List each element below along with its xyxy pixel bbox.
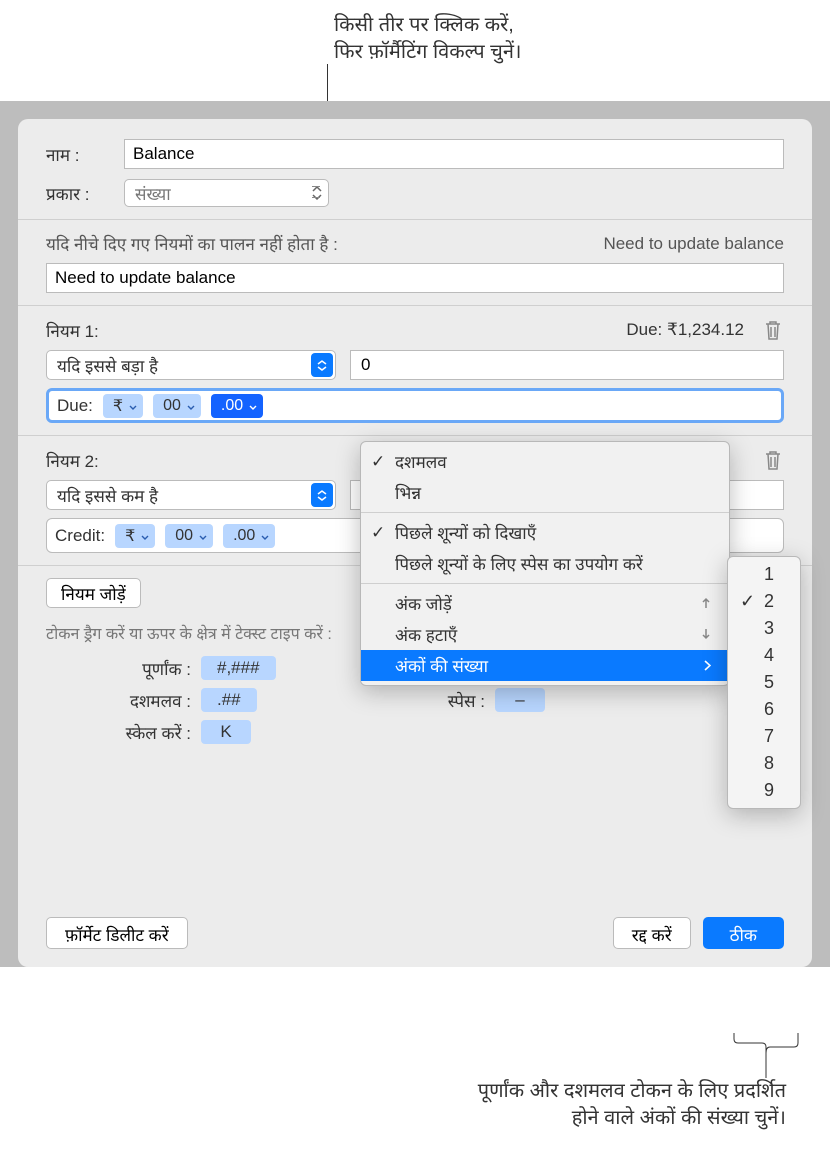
rule1-label: नियम 1: <box>46 319 99 342</box>
space-grid-token[interactable]: – <box>495 688 545 712</box>
callout-top-line2: फिर फ़ॉर्मैटिंग विकल्प चुनें। <box>334 37 522 64</box>
chevron-down-icon <box>249 397 257 415</box>
name-input[interactable] <box>124 139 784 169</box>
no-rule-label: यदि नीचे दिए गए नियमों का पालन नहीं होता… <box>46 232 338 255</box>
rule1-preview: Due: ₹1,234.12 <box>626 320 744 340</box>
integer-grid-token[interactable]: #,### <box>201 656 276 680</box>
type-select-value: संख्या <box>135 182 171 205</box>
rule1-token-row[interactable]: Due: ₹ 00 .00 <box>46 388 784 423</box>
stepper-icon <box>311 483 333 507</box>
cancel-button[interactable]: रद्द करें <box>613 917 691 949</box>
submenu-item-5[interactable]: 5 <box>728 669 800 696</box>
bracket-icon <box>733 1032 799 1080</box>
name-label: नाम : <box>46 143 124 166</box>
rule2-condition-value: यदि इससे कम है <box>57 484 158 507</box>
menu-item-decimal[interactable]: दशमलव <box>361 446 729 477</box>
arrow-down-icon <box>701 625 711 645</box>
trash-icon[interactable] <box>762 448 784 472</box>
callout-top-line1: किसी तीर पर क्लिक करें, <box>334 10 522 37</box>
delete-format-button[interactable]: फ़ॉर्मेट डिलीट करें <box>46 917 188 949</box>
currency-token[interactable]: ₹ <box>115 524 155 548</box>
menu-item-show-zeros[interactable]: पिछले शून्यों को दिखाएँ <box>361 517 729 548</box>
space-label: स्पेस : <box>415 689 495 712</box>
decimal-token-menu: दशमलव भिन्न पिछले शून्यों को दिखाएँ पिछल… <box>360 441 730 686</box>
decimal-grid-token[interactable]: .## <box>201 688 257 712</box>
callout-bottom-line1: पूर्णांक और दशमलव टोकन के लिए प्रदर्शित <box>296 1076 786 1103</box>
decimal-label: दशमलव : <box>46 689 201 712</box>
callout-top: किसी तीर पर क्लिक करें, फिर फ़ॉर्मैटिंग … <box>334 10 522 64</box>
divider <box>18 435 812 436</box>
menu-separator <box>361 512 729 513</box>
rule2-label: नियम 2: <box>46 449 99 472</box>
menu-item-fraction[interactable]: भिन्न <box>361 477 729 508</box>
submenu-item-6[interactable]: 6 <box>728 696 800 723</box>
type-select[interactable]: संख्या <box>124 179 329 207</box>
digit-count-submenu: 1 2 3 4 5 6 7 8 9 <box>727 556 801 809</box>
rule2-prefix: Credit: <box>55 526 105 546</box>
rule1-prefix: Due: <box>57 396 93 416</box>
no-rule-preview: Need to update balance <box>603 234 784 254</box>
ok-button[interactable]: ठीक <box>703 917 784 949</box>
menu-item-space-zeros[interactable]: पिछले शून्यों के लिए स्पेस का उपयोग करें <box>361 548 729 579</box>
submenu-item-7[interactable]: 7 <box>728 723 800 750</box>
submenu-item-9[interactable]: 9 <box>728 777 800 804</box>
format-dialog: नाम : प्रकार : संख्या यदि नीचे दिए गए नि… <box>18 119 812 967</box>
scale-label: स्केल करें : <box>46 721 201 744</box>
add-rule-button[interactable]: नियम जोड़ें <box>46 578 141 608</box>
integer-token[interactable]: 00 <box>165 524 213 548</box>
chevron-updown-icon <box>312 186 322 200</box>
submenu-item-8[interactable]: 8 <box>728 750 800 777</box>
callout-bottom-line2: होने वाले अंकों की संख्या चुनें। <box>296 1103 786 1130</box>
submenu-item-4[interactable]: 4 <box>728 642 800 669</box>
divider <box>18 219 812 220</box>
callout-bottom: पूर्णांक और दशमलव टोकन के लिए प्रदर्शित … <box>296 1076 786 1130</box>
trash-icon[interactable] <box>762 318 784 342</box>
chevron-down-icon <box>141 527 149 545</box>
rule1-condition-select[interactable]: यदि इससे बड़ा है <box>46 350 336 380</box>
decimal-token[interactable]: .00 <box>223 524 275 548</box>
rule2-condition-select[interactable]: यदि इससे कम है <box>46 480 336 510</box>
submenu-item-3[interactable]: 3 <box>728 615 800 642</box>
type-label: प्रकार : <box>46 182 124 205</box>
rule1-condition-value: यदि इससे बड़ा है <box>57 354 158 377</box>
chevron-down-icon <box>187 397 195 415</box>
integer-token[interactable]: 00 <box>153 394 201 418</box>
chevron-down-icon <box>261 527 269 545</box>
currency-token[interactable]: ₹ <box>103 394 143 418</box>
scale-grid-token[interactable]: K <box>201 720 251 744</box>
divider <box>18 305 812 306</box>
menu-item-remove-digit[interactable]: अंक हटाएँ <box>361 619 729 650</box>
menu-item-digit-count[interactable]: अंकों की संख्या <box>361 650 729 681</box>
decimal-token[interactable]: .00 <box>211 394 263 418</box>
menu-item-add-digit[interactable]: अंक जोड़ें <box>361 588 729 619</box>
submenu-item-1[interactable]: 1 <box>728 561 800 588</box>
default-text-input[interactable] <box>46 263 784 293</box>
chevron-down-icon <box>199 527 207 545</box>
menu-separator <box>361 583 729 584</box>
chevron-down-icon <box>129 397 137 415</box>
window-frame: नाम : प्रकार : संख्या यदि नीचे दिए गए नि… <box>0 101 830 967</box>
submenu-item-2[interactable]: 2 <box>728 588 800 615</box>
stepper-icon <box>311 353 333 377</box>
arrow-up-icon <box>701 594 711 614</box>
chevron-right-icon <box>704 656 711 676</box>
integer-label: पूर्णांक : <box>46 657 201 680</box>
rule1-value-input[interactable] <box>350 350 784 380</box>
